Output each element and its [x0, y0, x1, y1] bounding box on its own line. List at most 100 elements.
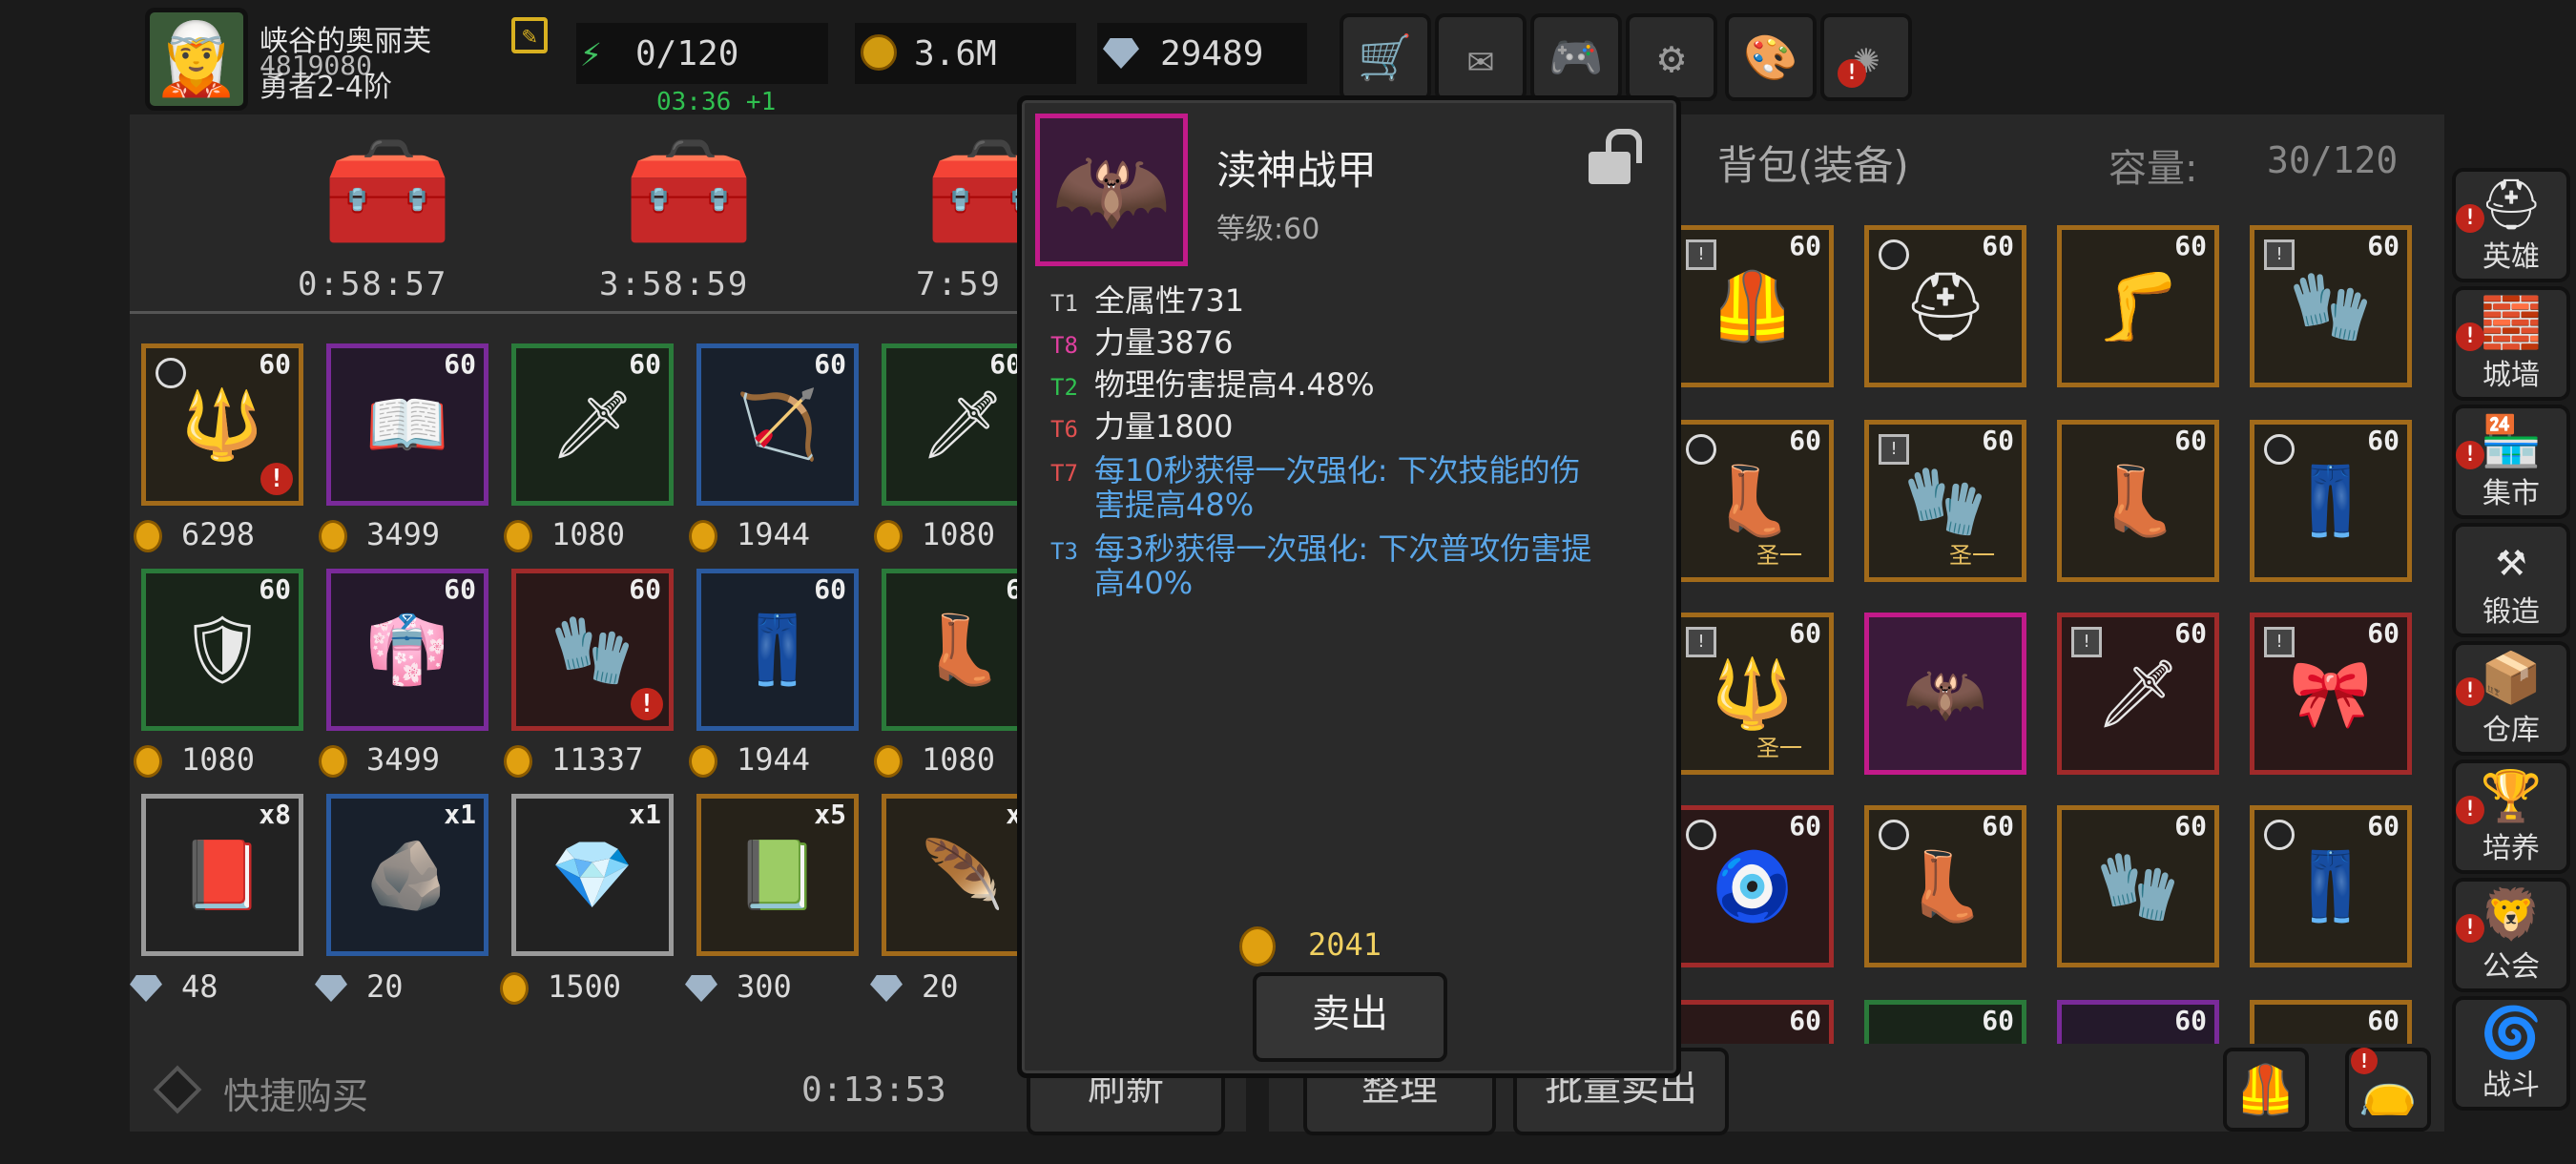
chest-wooden[interactable]: 🧰	[311, 130, 464, 253]
shop-item[interactable]: 👢 6	[882, 569, 1034, 731]
bag-item[interactable]: ! 🧤 60 圣一	[1864, 420, 2026, 582]
tier-label: T1	[1050, 290, 1078, 317]
bag-item[interactable]: 👢 60	[1864, 805, 2026, 967]
mail-icon[interactable]: ✉	[1435, 13, 1527, 101]
stat-line-cont: 高40%	[1094, 565, 1194, 601]
bag-item[interactable]: 🦵 60	[2057, 225, 2219, 387]
stat-line: T1 全属性731	[1050, 282, 1245, 319]
bag-item[interactable]: 60	[2057, 1000, 2219, 1044]
tier-label: T8	[1050, 332, 1078, 359]
edit-icon[interactable]: ✎	[511, 17, 548, 53]
shop-item[interactable]: 📕 x8	[141, 794, 303, 956]
coin-icon	[504, 520, 532, 552]
gem-icon	[130, 975, 162, 1002]
bag-item[interactable]: 👖 60	[2250, 420, 2412, 582]
chest-jade[interactable]: 🧰	[613, 130, 765, 253]
nav-wall[interactable]: 🧱! 城墙	[2452, 286, 2570, 401]
bag-item[interactable]: 👖 60	[2250, 805, 2412, 967]
avatar[interactable]: 🧝	[145, 8, 248, 111]
coin-icon	[134, 520, 162, 552]
tier-label: T6	[1050, 416, 1078, 443]
shop-item[interactable]: 👖 60	[696, 569, 859, 731]
bag-item[interactable]: ! 🦺 60	[1672, 225, 1834, 387]
bag-item[interactable]: ⛑ 60	[1864, 225, 2026, 387]
item-price: 20	[870, 967, 959, 1006]
robe-icon: 👘	[365, 611, 449, 689]
bag-item[interactable]: 👢 60 圣一	[1672, 420, 1834, 582]
alert-icon: !	[2456, 204, 2484, 233]
nav-warehouse[interactable]: 📦! 仓库	[2452, 641, 2570, 756]
item-price: 11337	[504, 740, 643, 779]
coin-icon	[874, 520, 903, 552]
gold-value: 3.6M	[914, 34, 997, 73]
item-level: 60	[2367, 1005, 2399, 1036]
shop-item[interactable]: 👘 60	[326, 569, 488, 731]
gauntlet-icon: 🧤	[2289, 267, 2373, 345]
item-level: 60	[2174, 810, 2207, 842]
shop-item[interactable]: 🪨 x1	[326, 794, 488, 956]
bag-item[interactable]: 🧤 60	[2057, 805, 2219, 967]
shop-item[interactable]: 🗡 60	[511, 343, 674, 506]
item-level: 60	[1789, 425, 1821, 456]
bag-item[interactable]: 👢 60	[2057, 420, 2219, 582]
shop-item[interactable]: 💎 x1	[511, 794, 674, 956]
bag-item[interactable]: 🧿 60	[1672, 805, 1834, 967]
coin-icon	[874, 745, 903, 778]
nav-heroes[interactable]: ⛑! 英雄	[2452, 168, 2570, 282]
shop-item[interactable]: 🛡 60	[141, 569, 303, 731]
item-price: 48	[130, 967, 218, 1006]
shop-item[interactable]: 🏹 60	[696, 343, 859, 506]
bag-item[interactable]: 60	[2250, 1000, 2412, 1044]
nav-market[interactable]: 🏪! 集市	[2452, 405, 2570, 519]
nav-battle[interactable]: 🌀 战斗	[2452, 996, 2570, 1111]
bag-item[interactable]: 60	[1864, 1000, 2026, 1044]
belt-icon: 🎀	[2289, 655, 2373, 733]
chest-timer: 3:58:59	[599, 265, 750, 303]
item-price: 300	[685, 967, 792, 1006]
bag-item-selected[interactable]: 🦇	[1864, 613, 2026, 775]
burst-icon[interactable]: ✺ !	[1820, 13, 1912, 101]
shop-item[interactable]: 🧤 60!	[511, 569, 674, 731]
sell-button[interactable]: 卖出	[1253, 972, 1447, 1062]
gear-icon[interactable]: ⚙	[1626, 13, 1717, 101]
item-level: 60	[444, 573, 476, 605]
gem-icon	[315, 975, 347, 1002]
gem-icon	[870, 975, 903, 1002]
chest-timer: 0:58:57	[298, 265, 448, 303]
armor-quickslot-icon[interactable]: 🦺	[2223, 1048, 2309, 1132]
chest-timer: 7:59	[916, 265, 1002, 303]
item-level: 60	[444, 348, 476, 380]
capacity-label: 容量:	[2109, 147, 2198, 191]
portal-icon: 🌀	[2480, 1005, 2543, 1062]
unlock-icon[interactable]	[1585, 129, 1642, 186]
tier-label: T7	[1050, 460, 1078, 487]
nav-forge[interactable]: ⚒ 锻造	[2452, 523, 2570, 637]
item-price: 1080	[874, 740, 995, 779]
nav-cultivate[interactable]: 🏆! 培养	[2452, 759, 2570, 874]
item-level: 60	[1982, 1005, 2014, 1036]
set-tag: 圣一	[1756, 542, 1802, 569]
bag-item[interactable]: ! 🔱 60 圣一	[1672, 613, 1834, 775]
pouch-quickslot-icon[interactable]: 👝 !	[2345, 1048, 2431, 1132]
tome-icon: 📕	[180, 836, 264, 914]
shop-item[interactable]: 🗡 60	[882, 343, 1034, 506]
shop-item[interactable]: 📖 60	[326, 343, 488, 506]
bag-item[interactable]: ! 🎀 60	[2250, 613, 2412, 775]
crystal-pile-icon: 💎	[551, 836, 634, 914]
gamepad-icon[interactable]: 🎮	[1530, 13, 1622, 101]
bag-item[interactable]: ! 🧤 60	[2250, 225, 2412, 387]
nav-guild[interactable]: 🦁! 公会	[2452, 878, 2570, 992]
shutter-icon[interactable]: 🎨	[1725, 13, 1817, 101]
cart-icon[interactable]: 🛒	[1340, 13, 1431, 101]
bag-item[interactable]: ! 🗡 60	[2057, 613, 2219, 775]
energy-timer: 03:36 +1	[656, 88, 777, 116]
energy-box: ⚡ 0/120	[576, 23, 828, 84]
bag-item[interactable]: 60	[1672, 1000, 1834, 1044]
anvil-icon: ⚒	[2496, 530, 2526, 588]
shop-item[interactable]: 🪶 x	[882, 794, 1034, 956]
gem-icon	[685, 975, 717, 1002]
shop-item[interactable]: 🔱 60!	[141, 343, 303, 506]
shop-item[interactable]: 📗 x5	[696, 794, 859, 956]
rune-stone-icon: 🪨	[365, 836, 449, 914]
item-level: 60	[629, 573, 661, 605]
